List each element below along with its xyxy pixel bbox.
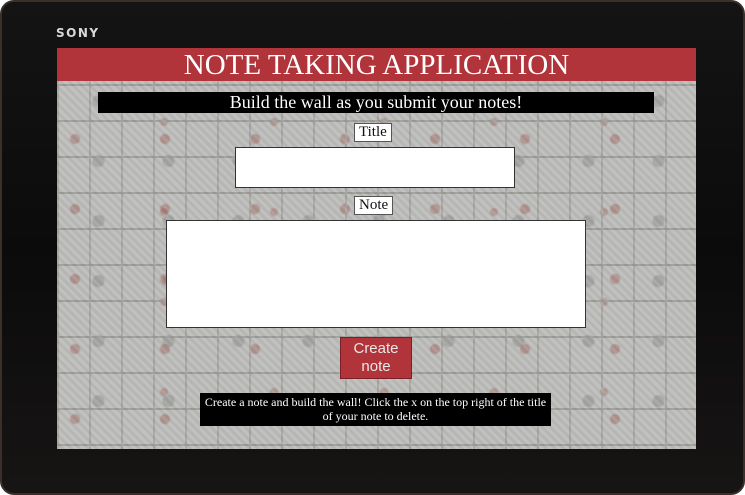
instructions-text: Create a note and build the wall! Click … <box>200 393 551 426</box>
title-label: Title <box>354 123 392 142</box>
note-label: Note <box>354 196 394 215</box>
app-title: NOTE TAKING APPLICATION <box>57 48 696 81</box>
create-note-button[interactable]: Create note <box>340 337 412 379</box>
app-subtitle: Build the wall as you submit your notes! <box>98 92 654 113</box>
tablet-frame: SONY NOTE TAKING APPLICATION Build the w… <box>0 0 745 495</box>
app-screen: NOTE TAKING APPLICATION Build the wall a… <box>57 48 696 449</box>
device-brand-logo: SONY <box>56 26 100 40</box>
note-textarea[interactable] <box>166 220 586 328</box>
title-input[interactable] <box>235 147 515 188</box>
